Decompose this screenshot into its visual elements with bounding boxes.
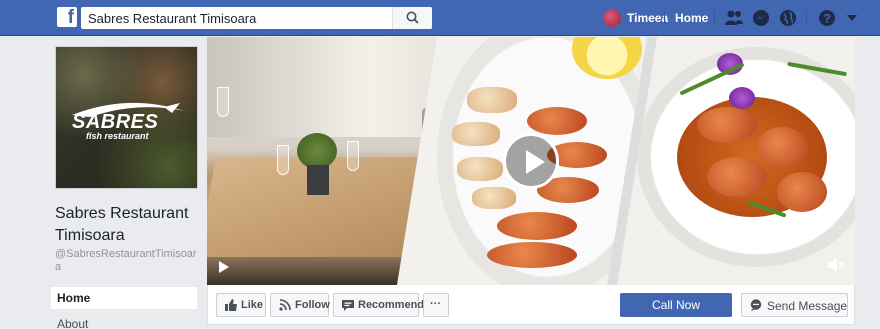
facebook-logo-icon[interactable]: f	[57, 7, 77, 28]
sidebar-item-about[interactable]: About	[57, 317, 88, 329]
divider	[714, 10, 715, 26]
comment-bubble-icon	[342, 300, 354, 311]
caret-down-icon[interactable]	[846, 13, 866, 31]
profile-picture[interactable]: SABRES fish restaurant	[55, 46, 198, 189]
user-name: Timeea	[627, 11, 669, 25]
help-icon[interactable]: ?	[818, 9, 838, 27]
sidebar-item-label: Home	[57, 291, 91, 305]
thumbs-up-icon	[225, 299, 237, 311]
avatar	[603, 9, 621, 27]
sidebar-item-home[interactable]: Home	[51, 287, 197, 309]
more-options-button[interactable]: ···	[423, 293, 449, 317]
page-username[interactable]: @SabresRestaurantTimisoara	[55, 248, 200, 274]
search-icon	[406, 11, 419, 24]
shrimp-dish-image	[617, 37, 855, 285]
search-button[interactable]	[392, 7, 432, 29]
divider	[806, 10, 807, 26]
divider	[664, 10, 665, 26]
message-bubble-icon	[750, 299, 762, 311]
rss-icon	[279, 299, 291, 311]
globe-notifications-icon[interactable]	[779, 9, 799, 27]
play-video-button[interactable]	[503, 133, 559, 189]
recommend-button[interactable]: Recommend	[333, 293, 424, 317]
top-navigation-bar: f Sabres Restaurant Timisoara Timeea Hom…	[0, 0, 880, 36]
page-action-bar: Like Follow Recommend ··· Call Now Send …	[207, 285, 855, 325]
messenger-icon[interactable]	[752, 9, 772, 27]
cover-video[interactable]	[207, 37, 855, 285]
page-title[interactable]: Sabres Restaurant Timisoara	[55, 203, 205, 247]
like-button[interactable]: Like	[216, 293, 266, 317]
play-icon[interactable]	[219, 261, 229, 273]
call-now-button[interactable]: Call Now	[620, 293, 732, 317]
send-message-button[interactable]: Send Message	[741, 293, 848, 317]
play-icon	[526, 150, 545, 174]
search-input[interactable]: Sabres Restaurant Timisoara	[88, 11, 256, 26]
search-bar[interactable]: Sabres Restaurant Timisoara	[81, 7, 432, 29]
svg-text:?: ?	[823, 12, 830, 26]
follow-button[interactable]: Follow	[270, 293, 330, 317]
logo-subtitle-text: fish restaurant	[86, 131, 149, 141]
friends-icon[interactable]	[724, 9, 744, 27]
home-link[interactable]: Home	[675, 11, 708, 25]
mute-volume-icon[interactable]	[827, 257, 845, 273]
